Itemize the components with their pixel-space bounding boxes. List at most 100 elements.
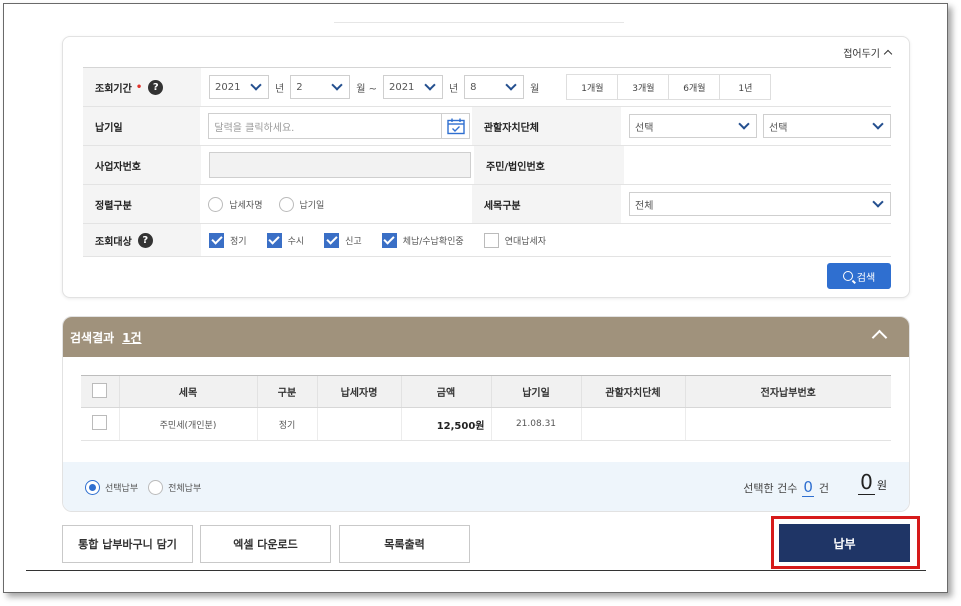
target-label: 조회대상 bbox=[95, 236, 132, 248]
chevron-down-icon bbox=[331, 79, 343, 91]
col-due: 납기일 bbox=[490, 375, 581, 408]
selected-count-value: 0 bbox=[802, 478, 814, 497]
results-title: 검색결과 bbox=[70, 330, 115, 345]
id-row: 사업자번호 주민/법인번호 bbox=[83, 146, 891, 185]
target-joint-label: 연대납세자 bbox=[504, 236, 547, 247]
end-year-select[interactable]: 2021 bbox=[382, 75, 443, 99]
jurisdiction-city-select[interactable]: 선택 bbox=[763, 114, 891, 138]
target-joint-checkbox[interactable] bbox=[483, 232, 499, 248]
jurisdiction-province-value: 선택 bbox=[635, 122, 654, 134]
table-row[interactable]: 주민세(개인분) 정기 12,500원 21.08.31 bbox=[81, 407, 891, 441]
cell-tax: 주민세(개인분) bbox=[118, 407, 257, 441]
tax-type-label: 세목구분 bbox=[471, 185, 621, 223]
selected-count: 선택한 건수 0 건 bbox=[743, 478, 829, 497]
row-checkbox[interactable] bbox=[92, 415, 108, 430]
target-report-checkbox[interactable] bbox=[324, 232, 340, 248]
calendar-icon bbox=[447, 118, 465, 134]
target-arrears-checkbox[interactable] bbox=[381, 232, 397, 248]
col-amount: 금액 bbox=[400, 375, 491, 408]
col-jurisdiction: 관할자치단체 bbox=[580, 375, 685, 408]
search-button-label: 검색 bbox=[856, 272, 876, 284]
results-panel: 검색결과 1건 세목 구분 납세자명 금액 납기일 관할자치단체 전자납부번호 bbox=[62, 316, 910, 512]
table-header-row: 세목 구분 납세자명 금액 납기일 관할자치단체 전자납부번호 bbox=[81, 375, 891, 408]
month-unit-tilde: 월 ~ bbox=[356, 83, 377, 95]
target-label-cell: 조회대상 ? bbox=[83, 224, 201, 256]
target-report-label: 신고 bbox=[345, 236, 362, 247]
search-button[interactable]: 검색 bbox=[827, 263, 891, 289]
col-tax: 세목 bbox=[118, 375, 257, 408]
quick-period-group: 1개월 3개월 6개월 1년 bbox=[566, 74, 772, 100]
end-month-value: 8 bbox=[470, 81, 477, 93]
chevron-up-icon[interactable] bbox=[871, 329, 888, 346]
help-icon[interactable]: ? bbox=[148, 79, 164, 95]
period-fields: 2021 년 2 월 ~ 2021 년 8 월 1개월 3개월 6개월 1년 bbox=[201, 68, 772, 106]
print-list-button[interactable]: 목록출력 bbox=[339, 525, 470, 563]
year-unit: 년 bbox=[275, 83, 285, 95]
pay-selected-radio[interactable] bbox=[85, 480, 100, 495]
chevron-down-icon bbox=[505, 79, 517, 91]
period-1y-button[interactable]: 1년 bbox=[719, 74, 772, 100]
due-date-field: 달력을 클릭하세요. bbox=[200, 107, 471, 145]
tax-type-select[interactable]: 전체 bbox=[629, 192, 891, 216]
business-no-input[interactable] bbox=[209, 152, 471, 178]
total-amount-value: 0 bbox=[858, 470, 875, 495]
target-arrears-label: 체납/수납확인중 bbox=[402, 236, 464, 247]
start-year-select[interactable]: 2021 bbox=[209, 75, 269, 99]
jurisdiction-label: 관할자치단체 bbox=[471, 107, 621, 145]
select-all-checkbox[interactable] bbox=[92, 382, 108, 398]
period-3m-button[interactable]: 3개월 bbox=[617, 74, 670, 100]
excel-download-button[interactable]: 엑셀 다운로드 bbox=[200, 525, 331, 563]
due-date-label: 납기일 bbox=[83, 107, 201, 145]
start-month-select[interactable]: 2 bbox=[290, 75, 351, 99]
target-occasional-checkbox[interactable] bbox=[266, 232, 282, 248]
search-icon bbox=[842, 271, 853, 281]
results-count: 1건 bbox=[122, 330, 142, 345]
chevron-down-icon bbox=[424, 79, 436, 91]
sort-taxpayer-radio[interactable] bbox=[208, 196, 224, 212]
period-row: 조회기간 • ? 2021 년 2 월 ~ 2021 년 8 월 1개월 3개월… bbox=[83, 68, 891, 107]
payment-summary-bar: 선택납부 전체납부 선택한 건수 0 건 0 원 bbox=[63, 462, 909, 511]
sort-due-radio[interactable] bbox=[278, 196, 294, 212]
due-date-row: 납기일 달력을 클릭하세요. 관할자치단체 선택 선택 bbox=[83, 107, 891, 146]
sort-row: 정렬구분 납세자명 납기일 세목구분 전체 bbox=[83, 185, 891, 224]
row-select-cell bbox=[81, 407, 119, 441]
cell-jurisdiction bbox=[580, 407, 685, 441]
chevron-down-icon bbox=[250, 79, 262, 91]
target-options: 정기 수시 신고 체납/수납확인중 연대납세자 bbox=[201, 224, 560, 256]
period-6m-button[interactable]: 6개월 bbox=[668, 74, 721, 100]
collapse-label: 접어두기 bbox=[843, 49, 880, 60]
target-regular-label: 정기 bbox=[230, 236, 247, 247]
col-epay-no: 전자납부번호 bbox=[684, 375, 891, 408]
sort-due-label: 납기일 bbox=[299, 200, 325, 211]
period-1m-button[interactable]: 1개월 bbox=[566, 74, 619, 100]
collapse-toggle[interactable]: 접어두기 bbox=[843, 45, 893, 60]
jurisdiction-city-value: 선택 bbox=[769, 122, 788, 134]
start-month-value: 2 bbox=[296, 81, 303, 93]
pay-button[interactable]: 납부 bbox=[779, 524, 910, 562]
calendar-button[interactable] bbox=[442, 113, 471, 139]
sort-taxpayer-label: 납세자명 bbox=[229, 200, 263, 211]
period-label-cell: 조회기간 • ? bbox=[83, 68, 201, 106]
window-frame: 접어두기 조회기간 • ? 2021 년 2 월 ~ 2021 년 8 월 1개… bbox=[3, 3, 948, 593]
pay-all-label: 전체납부 bbox=[168, 484, 202, 494]
help-icon[interactable]: ? bbox=[137, 232, 153, 248]
tax-type-value: 전체 bbox=[635, 200, 654, 212]
end-month-select[interactable]: 8 bbox=[464, 75, 525, 99]
selected-count-unit: 건 bbox=[818, 482, 829, 495]
jurisdiction-fields: 선택 선택 bbox=[621, 107, 891, 145]
currency-unit: 원 bbox=[876, 479, 887, 492]
select-all-cell bbox=[81, 375, 119, 408]
cell-amount: 12,500원 bbox=[400, 407, 491, 441]
chevron-down-icon bbox=[872, 196, 884, 208]
add-to-cart-button[interactable]: 통합 납부바구니 담기 bbox=[62, 525, 193, 563]
chevron-down-icon bbox=[738, 118, 750, 130]
sort-options: 납세자명 납기일 bbox=[200, 185, 471, 223]
pay-all-radio[interactable] bbox=[148, 480, 164, 495]
target-regular-checkbox[interactable] bbox=[209, 232, 224, 248]
cell-epay-no bbox=[684, 407, 891, 441]
col-taxpayer: 납세자명 bbox=[316, 375, 401, 408]
due-date-input[interactable]: 달력을 클릭하세요. bbox=[208, 113, 443, 139]
resident-no-label: 주민/법인번호 bbox=[474, 146, 624, 184]
cell-type: 정기 bbox=[256, 407, 317, 441]
jurisdiction-province-select[interactable]: 선택 bbox=[629, 114, 757, 138]
